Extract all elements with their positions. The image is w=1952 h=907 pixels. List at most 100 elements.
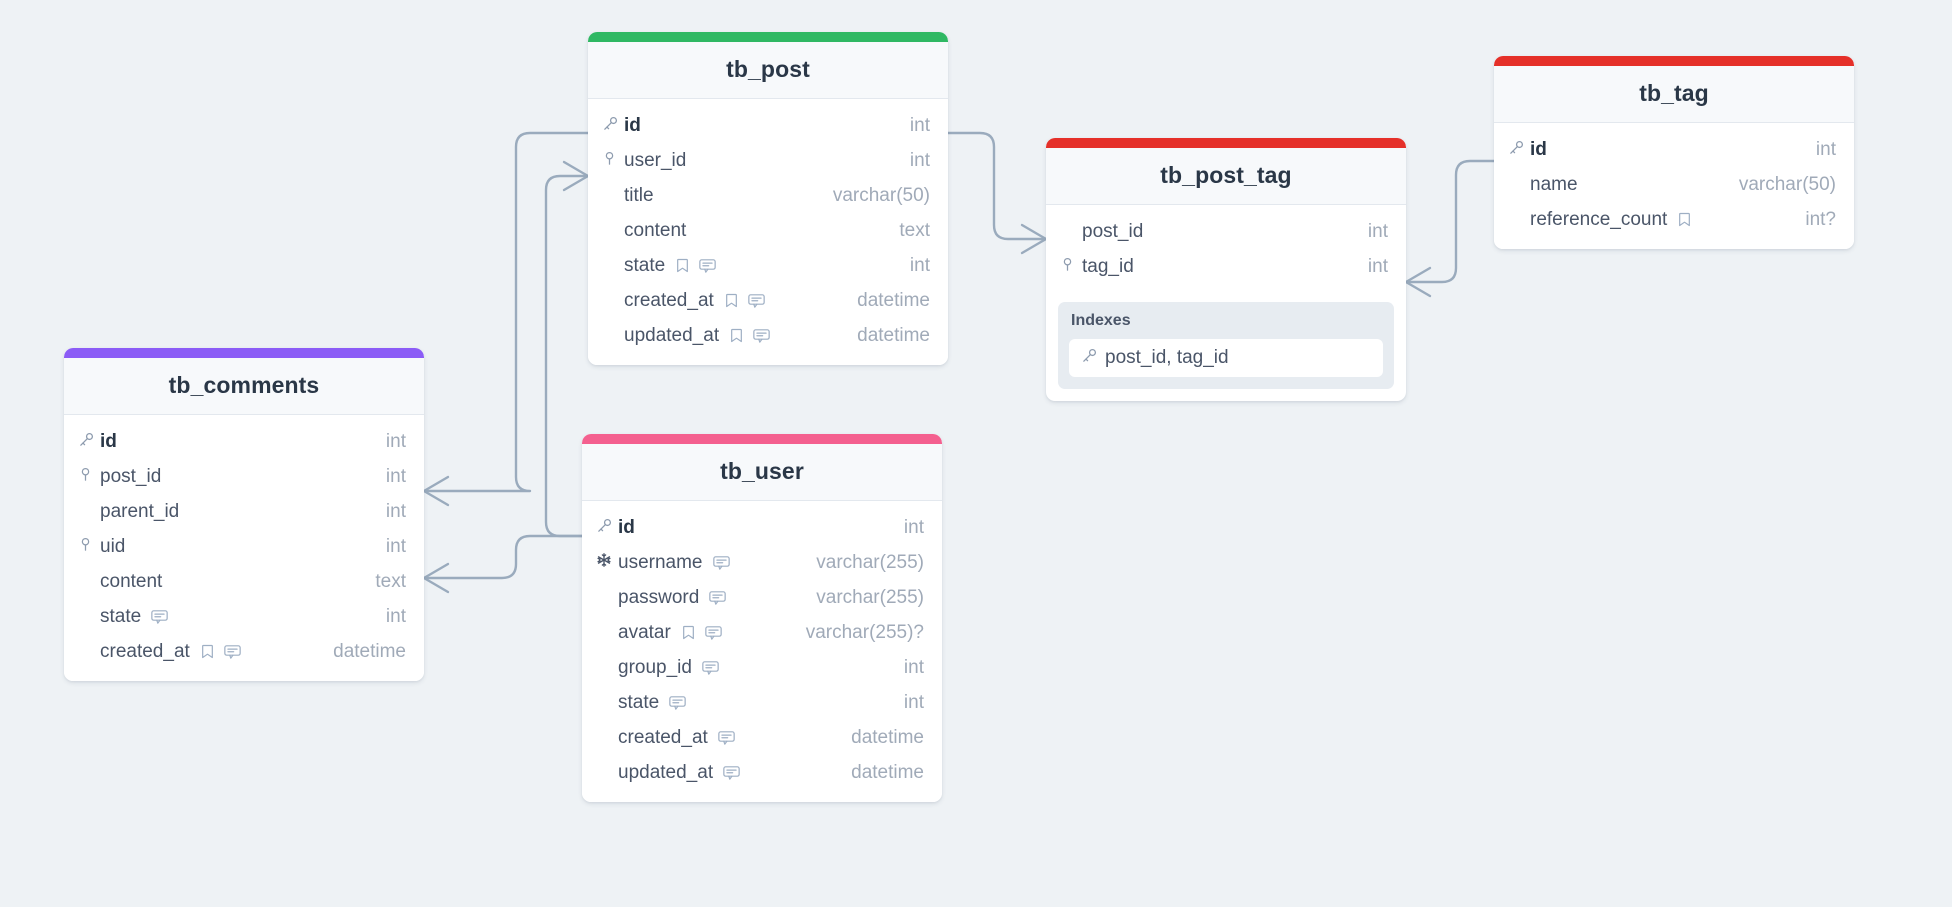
primary-key-icon bbox=[78, 431, 95, 453]
field-name: parent_id bbox=[100, 500, 180, 522]
field-name: group_id bbox=[618, 656, 692, 678]
field-name: updated_at bbox=[618, 761, 714, 783]
field-row[interactable]: user_id int bbox=[588, 143, 948, 178]
edge-user-to-comments bbox=[422, 534, 584, 580]
table-card-tb_post_tag[interactable]: tb_post_tag post_id int tag_id int Indexes pos… bbox=[1046, 138, 1406, 401]
field-row[interactable]: title varchar(50) bbox=[588, 178, 948, 213]
field-note-icons bbox=[680, 624, 723, 641]
field-name-group: parent_id bbox=[78, 501, 370, 523]
field-name-group: updated_at bbox=[602, 325, 841, 347]
field-type: int bbox=[385, 430, 406, 452]
field-row[interactable]: reference_count int? bbox=[1494, 202, 1854, 237]
field-row[interactable]: id int bbox=[588, 108, 948, 143]
field-note-icons bbox=[701, 659, 720, 676]
field-row[interactable]: parent_id int bbox=[64, 494, 424, 529]
field-row[interactable]: post_id int bbox=[64, 459, 424, 494]
field-type: varchar(50) bbox=[1738, 173, 1836, 195]
table-card-tb_user[interactable]: tb_userid int username varchar(255) password… bbox=[582, 434, 942, 802]
note-icon bbox=[712, 554, 731, 571]
field-name-group: reference_count bbox=[1508, 209, 1789, 231]
field-type: datetime bbox=[851, 761, 924, 783]
note-icon bbox=[708, 589, 727, 606]
field-name: content bbox=[624, 219, 687, 241]
field-name: id bbox=[1530, 138, 1547, 160]
field-row[interactable]: id int bbox=[1494, 132, 1854, 167]
field-row[interactable]: created_at datetime bbox=[64, 634, 424, 669]
field-key-slot bbox=[78, 466, 100, 488]
field-name-group: post_id bbox=[78, 466, 370, 488]
field-key-slot bbox=[1060, 256, 1082, 278]
field-type: int bbox=[909, 254, 930, 276]
field-name: created_at bbox=[100, 640, 190, 662]
field-row[interactable]: password varchar(255) bbox=[582, 580, 942, 615]
field-note-icons bbox=[712, 554, 731, 571]
note-icon bbox=[722, 764, 741, 781]
field-row[interactable]: id int bbox=[582, 510, 942, 545]
table-card-tb_post[interactable]: tb_post id int user_id int title varchar(50) co… bbox=[588, 32, 948, 365]
note-icon bbox=[752, 327, 771, 344]
field-type: int bbox=[385, 605, 406, 627]
field-row[interactable]: post_id int bbox=[1046, 214, 1406, 249]
table-title: tb_user bbox=[582, 444, 942, 501]
field-note-icons bbox=[674, 257, 717, 274]
field-name: content bbox=[100, 570, 163, 592]
table-indexes-section: Indexes post_id, tag_id bbox=[1058, 302, 1394, 389]
field-row[interactable]: content text bbox=[64, 564, 424, 599]
field-type: varchar(50) bbox=[832, 184, 930, 206]
field-row[interactable]: name varchar(50) bbox=[1494, 167, 1854, 202]
field-row[interactable]: updated_at datetime bbox=[588, 318, 948, 353]
table-card-tb_comments[interactable]: tb_comments id int post_id int parent_id int ui… bbox=[64, 348, 424, 681]
field-key-slot bbox=[596, 517, 618, 539]
field-row[interactable]: uid int bbox=[64, 529, 424, 564]
field-note-icons bbox=[722, 764, 741, 781]
field-row[interactable]: username varchar(255) bbox=[582, 545, 942, 580]
field-row[interactable]: created_at datetime bbox=[582, 720, 942, 755]
field-note-icons bbox=[668, 694, 687, 711]
note-icon bbox=[747, 292, 766, 309]
field-type: datetime bbox=[333, 640, 406, 662]
table-field-list: id int post_id int parent_id int uid int content… bbox=[64, 415, 424, 681]
field-key-slot bbox=[596, 552, 618, 573]
edge-tag-to-post-tag bbox=[1404, 159, 1496, 284]
crowsfoot-post-tag-tag-id bbox=[1404, 266, 1432, 298]
field-type: int bbox=[909, 149, 930, 171]
field-row[interactable]: tag_id int bbox=[1046, 249, 1406, 284]
index-item[interactable]: post_id, tag_id bbox=[1069, 339, 1383, 377]
field-name: created_at bbox=[618, 726, 708, 748]
field-row[interactable]: state int bbox=[582, 685, 942, 720]
field-row[interactable]: avatar varchar(255)? bbox=[582, 615, 942, 650]
field-row[interactable]: group_id int bbox=[582, 650, 942, 685]
field-name: reference_count bbox=[1530, 208, 1668, 230]
field-name: password bbox=[618, 586, 700, 608]
field-key-slot bbox=[1508, 139, 1530, 161]
bookmark-icon bbox=[728, 327, 745, 344]
field-row[interactable]: state int bbox=[588, 248, 948, 283]
field-name: tag_id bbox=[1082, 255, 1134, 277]
field-key-slot bbox=[602, 150, 624, 172]
field-row[interactable]: created_at datetime bbox=[588, 283, 948, 318]
field-row[interactable]: state int bbox=[64, 599, 424, 634]
field-note-icons bbox=[199, 643, 242, 660]
field-type: varchar(255) bbox=[816, 551, 924, 573]
field-name-group: state bbox=[78, 606, 370, 628]
field-name-group: updated_at bbox=[596, 762, 835, 784]
crowsfoot-comments-uid bbox=[422, 562, 450, 594]
field-name-group: uid bbox=[78, 536, 370, 558]
bookmark-icon bbox=[199, 643, 216, 660]
field-name-group: created_at bbox=[78, 641, 317, 663]
er-diagram-canvas[interactable]: tb_post id int user_id int title varchar(50) co… bbox=[0, 0, 1952, 907]
field-name: username bbox=[618, 551, 703, 573]
field-name-group: username bbox=[596, 552, 800, 574]
table-title: tb_post bbox=[588, 42, 948, 99]
field-type: text bbox=[899, 219, 930, 241]
field-row[interactable]: content text bbox=[588, 213, 948, 248]
field-name-group: avatar bbox=[596, 622, 790, 644]
field-name-group: post_id bbox=[1060, 221, 1352, 243]
field-row[interactable]: id int bbox=[64, 424, 424, 459]
field-name: post_id bbox=[1082, 220, 1144, 242]
field-name: id bbox=[100, 430, 117, 452]
table-title: tb_comments bbox=[64, 358, 424, 415]
field-row[interactable]: updated_at datetime bbox=[582, 755, 942, 790]
bookmark-icon bbox=[723, 292, 740, 309]
table-card-tb_tag[interactable]: tb_tag id int name varchar(50) reference_coun… bbox=[1494, 56, 1854, 249]
